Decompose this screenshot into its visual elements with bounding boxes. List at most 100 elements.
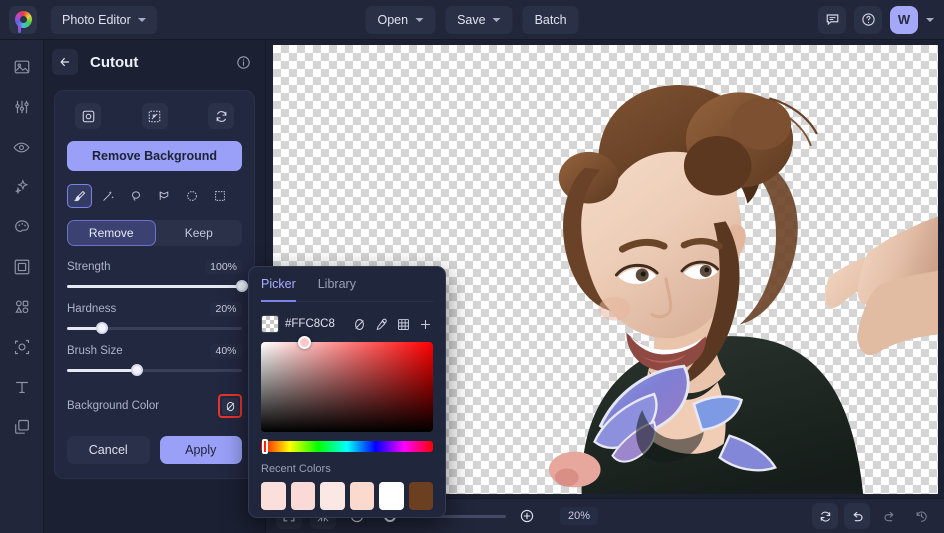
tab-picker[interactable]: Picker (261, 277, 296, 302)
batch-button[interactable]: Batch (523, 6, 579, 34)
text-icon (13, 378, 31, 396)
help-circle-icon (861, 12, 876, 27)
select-subject-button[interactable] (75, 103, 101, 129)
cutout-panel: Cutout (44, 40, 266, 533)
hex-row: #FFC8C8 (261, 315, 433, 333)
left-tool-rail (0, 40, 44, 533)
sidebar-item-effects[interactable] (7, 174, 37, 200)
no-color-button[interactable] (351, 316, 367, 332)
current-color-swatch[interactable] (261, 315, 279, 333)
sv-cursor[interactable] (298, 336, 311, 349)
reset-cutout-button[interactable] (208, 103, 234, 129)
history-icon (914, 509, 929, 524)
slider-hardness-knob[interactable] (96, 322, 108, 334)
slider-brush-size-value: 40% (210, 344, 242, 358)
recent-color-swatch[interactable] (291, 482, 316, 510)
recent-color-swatch[interactable] (409, 482, 434, 510)
chevron-down-icon (415, 18, 423, 22)
remove-background-button[interactable]: Remove Background (67, 141, 242, 171)
slider-hardness-track[interactable] (67, 327, 242, 330)
undo-icon (850, 509, 865, 524)
rectangle-select-tool[interactable] (207, 184, 232, 208)
hue-slider-knob[interactable] (262, 439, 268, 454)
product-menu[interactable]: Photo Editor (51, 6, 157, 34)
sidebar-item-retouch[interactable] (7, 134, 37, 160)
redo-icon (882, 509, 897, 524)
background-color-swatch[interactable] (222, 398, 239, 415)
palette-grid-button[interactable] (395, 316, 411, 332)
avatar-initial: W (898, 12, 910, 27)
ellipse-select-tool[interactable] (179, 184, 204, 208)
sidebar-item-image[interactable] (7, 54, 37, 80)
slider-brush-size-track[interactable] (67, 369, 242, 372)
panel-header: Cutout (44, 40, 265, 84)
ellipse-select-icon (185, 189, 199, 203)
apply-button[interactable]: Apply (160, 436, 243, 464)
sidebar-item-layers[interactable] (7, 414, 37, 440)
magic-wand-icon (101, 189, 115, 203)
redo-button[interactable] (876, 503, 902, 529)
sliders-icon (13, 98, 31, 116)
slider-strength-track[interactable] (67, 285, 242, 288)
zoom-in-button[interactable] (514, 503, 540, 529)
magic-wand-tool[interactable] (95, 184, 120, 208)
panel-actions: Cancel Apply (67, 436, 242, 464)
no-color-icon (224, 400, 237, 413)
help-button[interactable] (854, 6, 882, 34)
lasso-tool[interactable] (123, 184, 148, 208)
save-label: Save (457, 13, 486, 27)
refresh-icon (214, 109, 229, 124)
brush-tool[interactable] (67, 184, 92, 208)
recent-color-swatch[interactable] (379, 482, 404, 510)
app-logo-button[interactable] (9, 6, 37, 34)
transparency-icon (147, 109, 162, 124)
recent-color-swatch[interactable] (320, 482, 345, 510)
slider-strength-fill (67, 285, 242, 288)
feedback-button[interactable] (818, 6, 846, 34)
transparency-button[interactable] (142, 103, 168, 129)
eyedropper-icon (374, 317, 389, 332)
chevron-down-icon (493, 18, 501, 22)
open-button[interactable]: Open (365, 6, 435, 34)
sidebar-item-shapes[interactable] (7, 294, 37, 320)
slider-strength: Strength 100% (67, 260, 242, 288)
back-button[interactable] (52, 49, 78, 75)
rectangle-select-icon (213, 189, 227, 203)
slider-brush-size-knob[interactable] (131, 364, 143, 376)
cutout-card: Remove Background (54, 90, 255, 479)
sidebar-item-cutout[interactable] (7, 334, 37, 360)
mode-keep[interactable]: Keep (156, 220, 243, 246)
add-color-button[interactable] (417, 316, 433, 332)
tab-library[interactable]: Library (318, 277, 356, 295)
image-icon (13, 58, 31, 76)
info-circle-icon (236, 55, 251, 70)
sidebar-item-frames[interactable] (7, 254, 37, 280)
history-button[interactable] (908, 503, 934, 529)
slider-strength-knob[interactable] (236, 280, 248, 292)
zoom-level[interactable]: 20% (560, 507, 598, 525)
hue-slider[interactable] (261, 441, 433, 452)
cancel-button[interactable]: Cancel (67, 436, 150, 464)
avatar[interactable]: W (890, 6, 918, 34)
recent-color-swatch[interactable] (350, 482, 375, 510)
sidebar-item-adjust[interactable] (7, 94, 37, 120)
top-right-actions: W (818, 6, 934, 34)
eyedropper-button[interactable] (373, 316, 389, 332)
account-chevron-down-icon[interactable] (926, 18, 934, 22)
chevron-down-icon (138, 18, 146, 22)
mode-remove[interactable]: Remove (67, 220, 156, 246)
app-root: Photo Editor Open Save Batch (0, 0, 944, 533)
polygon-lasso-tool[interactable] (151, 184, 176, 208)
info-button[interactable] (236, 55, 251, 70)
sidebar-item-text[interactable] (7, 374, 37, 400)
shapes-icon (13, 298, 31, 316)
save-button[interactable]: Save (445, 6, 513, 34)
slider-brush-size-label: Brush Size (67, 345, 123, 357)
recent-color-swatch[interactable] (261, 482, 286, 510)
reset-button[interactable] (812, 503, 838, 529)
saturation-value-box[interactable] (261, 342, 433, 432)
hex-value[interactable]: #FFC8C8 (285, 318, 337, 330)
undo-button[interactable] (844, 503, 870, 529)
arrow-left-icon (58, 55, 72, 69)
sidebar-item-paint[interactable] (7, 214, 37, 240)
